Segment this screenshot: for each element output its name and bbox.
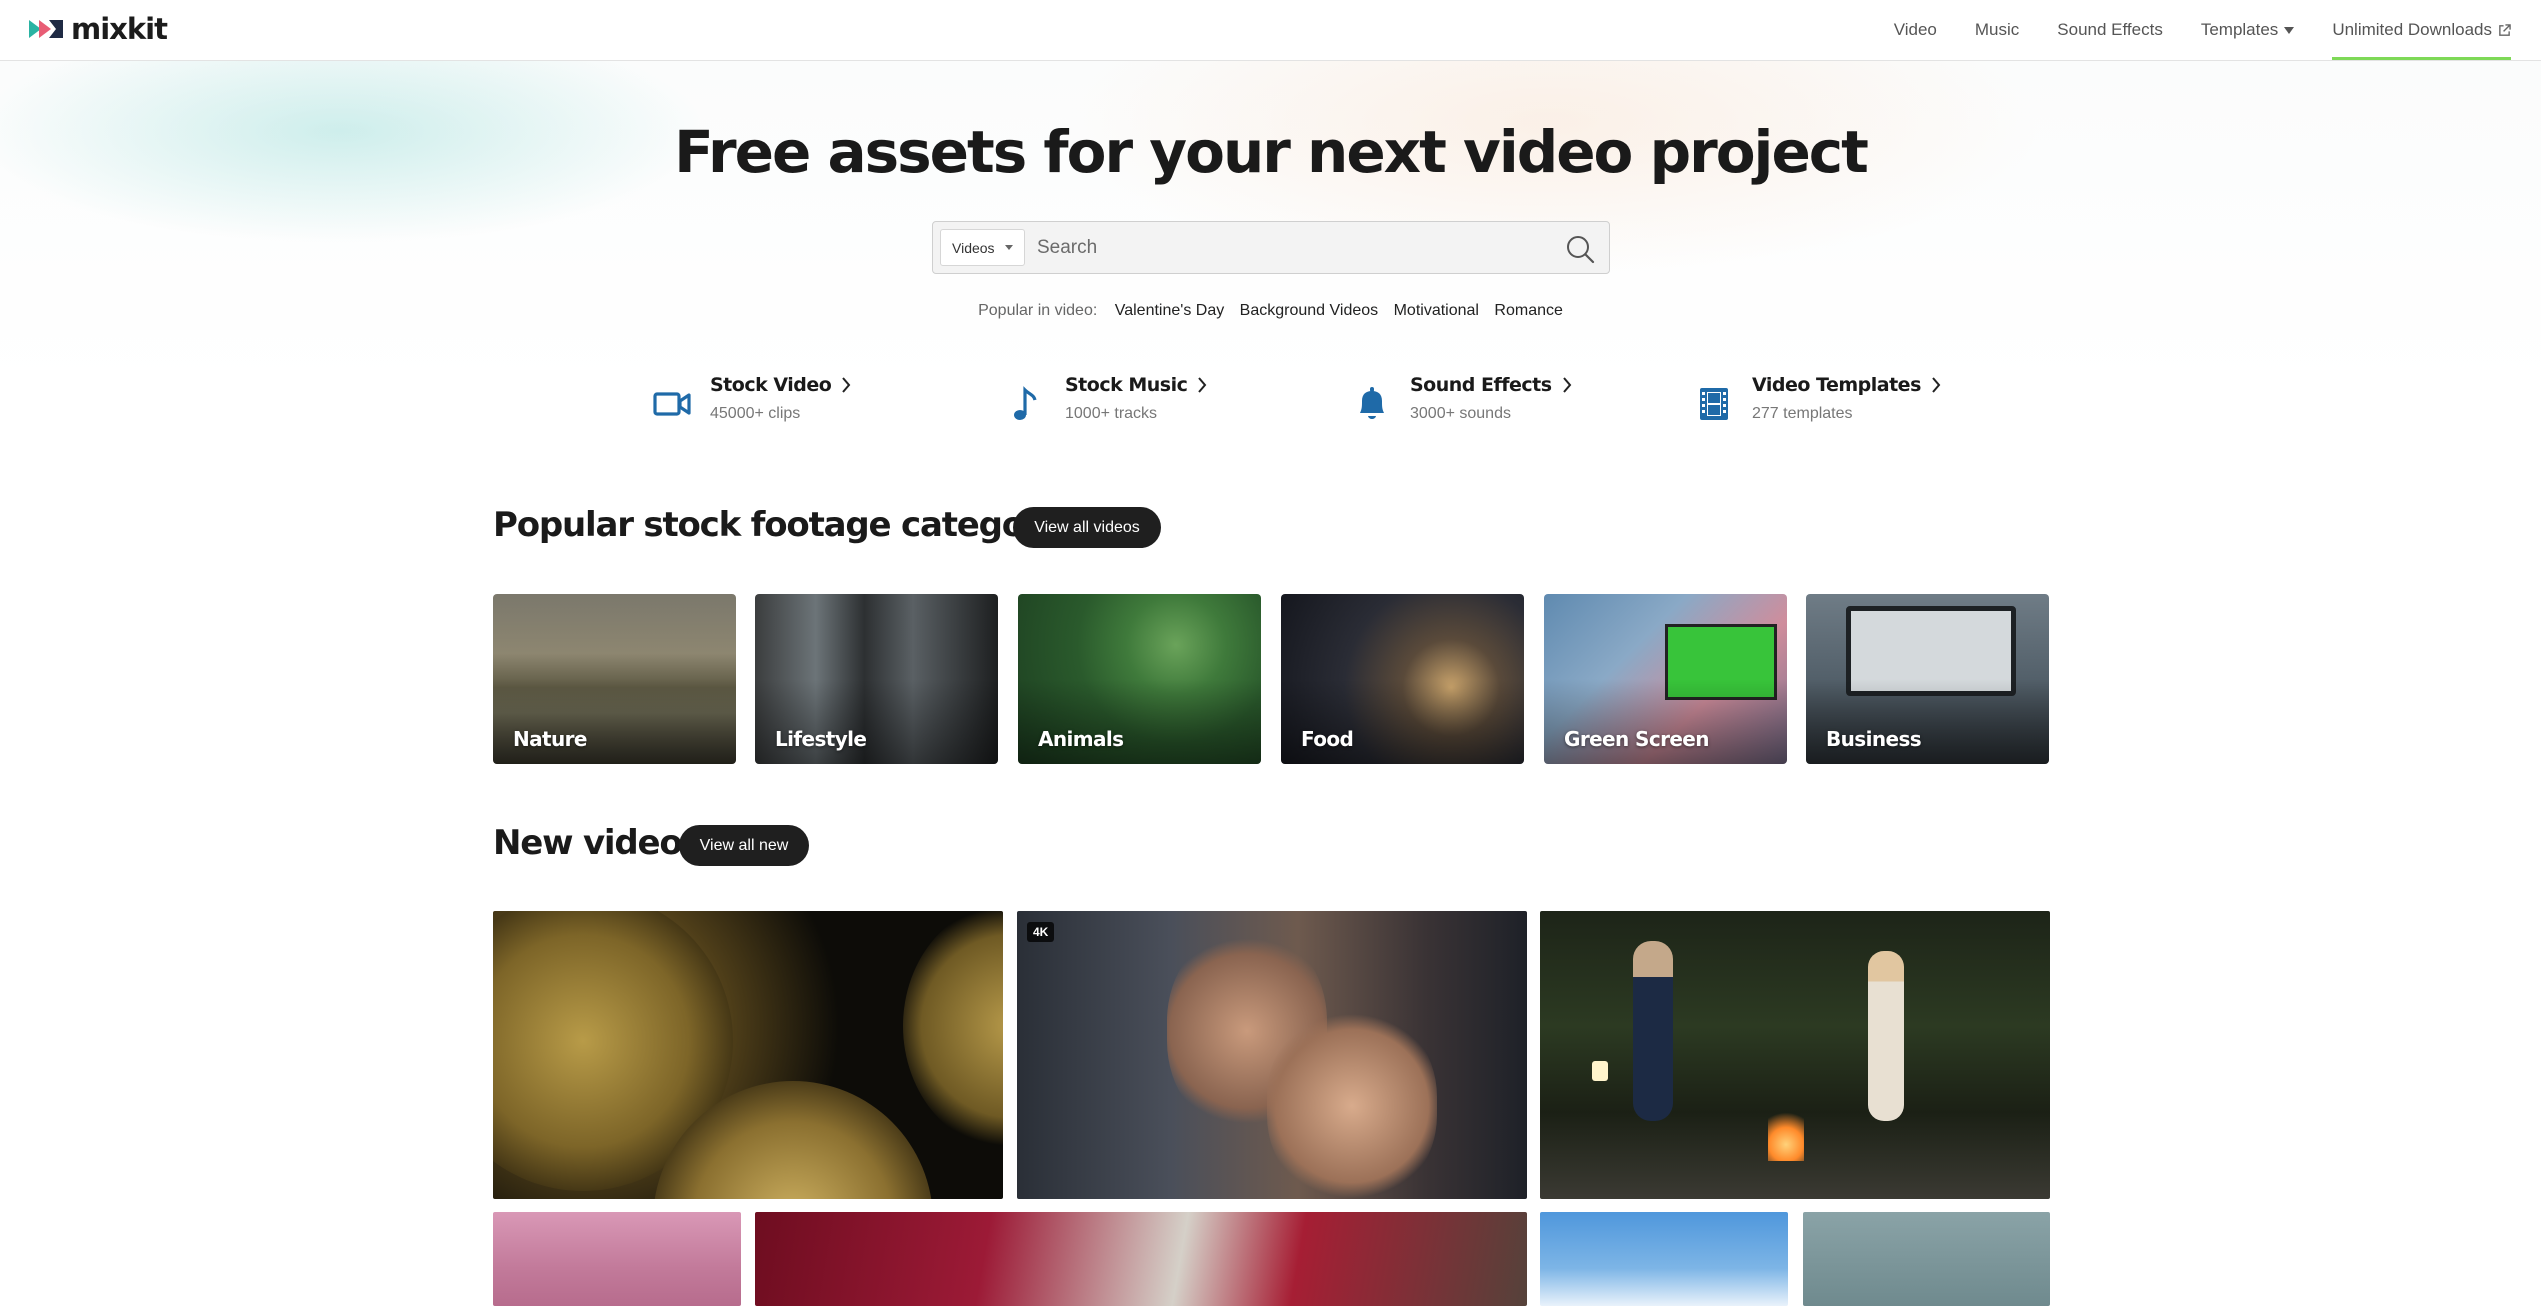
video-card-sky-clouds[interactable] bbox=[1540, 1212, 1788, 1306]
logo-text: mixkit bbox=[71, 12, 168, 46]
logo[interactable]: mixkit bbox=[29, 12, 168, 46]
video-card-crypto-coins[interactable] bbox=[493, 911, 1003, 1199]
category-label: Food bbox=[1301, 727, 1354, 751]
asset-link-video-templates[interactable]: Video Templates 277 templates bbox=[1694, 374, 1941, 424]
bell-icon bbox=[1360, 387, 1384, 419]
video-card-forest-proposal[interactable] bbox=[1540, 911, 2050, 1199]
asset-title: Sound Effects bbox=[1410, 374, 1552, 396]
video-camera-icon bbox=[653, 392, 691, 416]
category-label: Animals bbox=[1038, 727, 1124, 751]
film-strip-icon bbox=[1700, 388, 1728, 420]
person-graphic bbox=[1868, 951, 1904, 1121]
4k-badge: 4K bbox=[1027, 922, 1055, 942]
category-tile-lifestyle[interactable]: Lifestyle bbox=[755, 594, 998, 764]
view-all-new-button[interactable]: View all new bbox=[679, 825, 809, 866]
category-label: Green Screen bbox=[1564, 727, 1710, 751]
asset-link-stock-video[interactable]: Stock Video 45000+ clips bbox=[652, 374, 851, 424]
asset-count: 1000+ tracks bbox=[1065, 405, 1158, 422]
popular-lead: Popular in video: bbox=[978, 302, 1098, 319]
nav-sound-effects-label: Sound Effects bbox=[2057, 20, 2163, 39]
category-tile-food[interactable]: Food bbox=[1281, 594, 1524, 764]
video-card-couple-cinema[interactable]: 4K bbox=[1017, 911, 1527, 1199]
top-header: mixkit Video Music Sound Effects Templat… bbox=[0, 0, 2541, 61]
chevron-right-icon bbox=[1562, 377, 1571, 393]
category-tile-green-screen[interactable]: Green Screen bbox=[1544, 594, 1787, 764]
nav-templates-label: Templates bbox=[2200, 20, 2279, 39]
chevron-down-icon bbox=[1004, 245, 1013, 250]
popular-tag[interactable]: Motivational bbox=[1394, 302, 1479, 319]
categories-title: Popular stock footage categories bbox=[493, 505, 1092, 545]
music-note-icon bbox=[1014, 386, 1037, 420]
nav-unlimited-downloads-label: Unlimited Downloads bbox=[2332, 20, 2492, 39]
coin-graphic bbox=[903, 911, 1003, 1151]
category-label: Nature bbox=[513, 727, 587, 751]
caret-down-icon bbox=[2284, 26, 2295, 34]
search-type-select[interactable]: Videos bbox=[940, 229, 1025, 266]
person-graphic bbox=[1267, 1011, 1437, 1199]
nav-music[interactable]: Music bbox=[1975, 0, 2019, 60]
nav-video[interactable]: Video bbox=[1894, 0, 1937, 60]
asset-count: 277 templates bbox=[1752, 405, 1853, 422]
category-tile-business[interactable]: Business bbox=[1806, 594, 2049, 764]
nav-video-label: Video bbox=[1893, 20, 1937, 39]
nav-unlimited-downloads[interactable]: Unlimited Downloads bbox=[2332, 0, 2511, 60]
asset-count: 45000+ clips bbox=[710, 405, 801, 422]
nav-sound-effects[interactable]: Sound Effects bbox=[2057, 0, 2163, 60]
chevron-right-icon bbox=[1932, 377, 1941, 393]
logo-mark-icon bbox=[29, 20, 63, 38]
category-tile-nature[interactable]: Nature bbox=[493, 594, 736, 764]
search-icon[interactable] bbox=[1565, 234, 1595, 264]
video-card-desk[interactable] bbox=[1803, 1212, 2050, 1306]
external-link-icon bbox=[2499, 23, 2511, 36]
chevron-right-icon bbox=[842, 377, 851, 393]
new-videos-title: New videos bbox=[493, 823, 702, 863]
category-label: Lifestyle bbox=[775, 727, 867, 751]
popular-tag[interactable]: Romance bbox=[1494, 302, 1562, 319]
campfire-graphic bbox=[1768, 1106, 1804, 1161]
asset-title: Stock Video bbox=[710, 374, 832, 396]
view-all-videos-button[interactable]: View all videos bbox=[1013, 507, 1161, 548]
search-type-value: Videos bbox=[952, 239, 995, 256]
video-card-woman-sleeping[interactable] bbox=[493, 1212, 741, 1306]
lamp-graphic bbox=[1592, 1061, 1608, 1081]
nav-templates[interactable]: Templates bbox=[2200, 0, 2295, 60]
main-nav: Video Music Sound Effects Templates Unli… bbox=[1894, 0, 2511, 60]
asset-link-stock-music[interactable]: Stock Music 1000+ tracks bbox=[1007, 374, 1207, 424]
asset-title: Stock Music bbox=[1065, 374, 1188, 396]
asset-title: Video Templates bbox=[1752, 374, 1921, 396]
popular-searches: Popular in video: Valentine's Day Backgr… bbox=[0, 302, 2541, 320]
chevron-right-icon bbox=[1198, 377, 1207, 393]
search-input[interactable] bbox=[1037, 230, 1537, 266]
hero-title: Free assets for your next video project bbox=[674, 118, 1869, 186]
category-tile-animals[interactable]: Animals bbox=[1018, 594, 1261, 764]
asset-count: 3000+ sounds bbox=[1410, 405, 1511, 422]
nav-music-label: Music bbox=[1974, 20, 2020, 39]
popular-tag[interactable]: Background Videos bbox=[1240, 302, 1378, 319]
popular-tag[interactable]: Valentine's Day bbox=[1115, 302, 1224, 319]
asset-link-sound-effects[interactable]: Sound Effects 3000+ sounds bbox=[1352, 374, 1572, 424]
category-label: Business bbox=[1826, 727, 1922, 751]
search-bar: Videos bbox=[932, 221, 1610, 274]
person-graphic bbox=[1633, 941, 1673, 1121]
video-card-valentine-hearts[interactable] bbox=[755, 1212, 1527, 1306]
